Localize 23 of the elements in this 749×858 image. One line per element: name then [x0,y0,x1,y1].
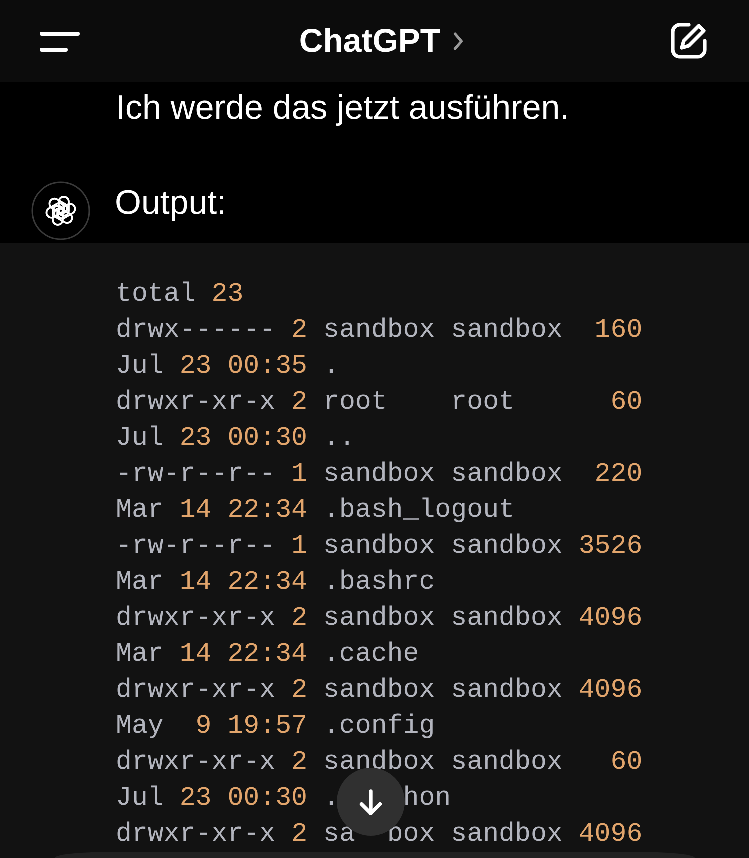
message-text: Output: [115,183,227,224]
chevron-right-icon [452,32,464,50]
code-line: -rw-r--r-- 1 sandbox sandbox 3526 [116,530,643,563]
code-line: drwx------ 2 sandbox sandbox 160 [116,314,643,347]
code-line: Mar 14 22:34 .cache [116,638,420,671]
code-line: drwxr-xr-x 2 sandbox sandbox 60 [116,746,643,779]
message-text: Ich werde das jetzt ausführen. [116,88,570,129]
code-line: Jul 23 00:30 . [116,782,340,815]
menu-icon[interactable] [40,30,80,54]
code-line: Jul 23 00:30 .. [116,422,356,455]
edit-icon[interactable] [668,21,709,61]
arrow-down-icon [359,788,383,816]
code-line: drwxr-xr-x 2 sandbox sandbox 4096 [116,602,643,635]
code-line: Mar 14 22:34 .bashrc [116,566,436,599]
code-line: Mar 14 22:34 .bash_logout [116,494,515,527]
code-line: May 9 19:57 .config [116,710,436,743]
code-line: -rw-r--r-- 1 sandbox sandbox 220 [116,458,643,491]
code-line: total 23 [116,278,244,311]
model-title-button[interactable]: ChatGPT [299,22,464,60]
code-line: drwxr-xr-x 2 root root 60 [116,386,643,419]
code-line: Jul 23 00:35 . [116,350,340,383]
code-line: drwxr-xr-x 2 sandbox sandbox 4096 [116,674,643,707]
code-line: hon [403,782,452,815]
